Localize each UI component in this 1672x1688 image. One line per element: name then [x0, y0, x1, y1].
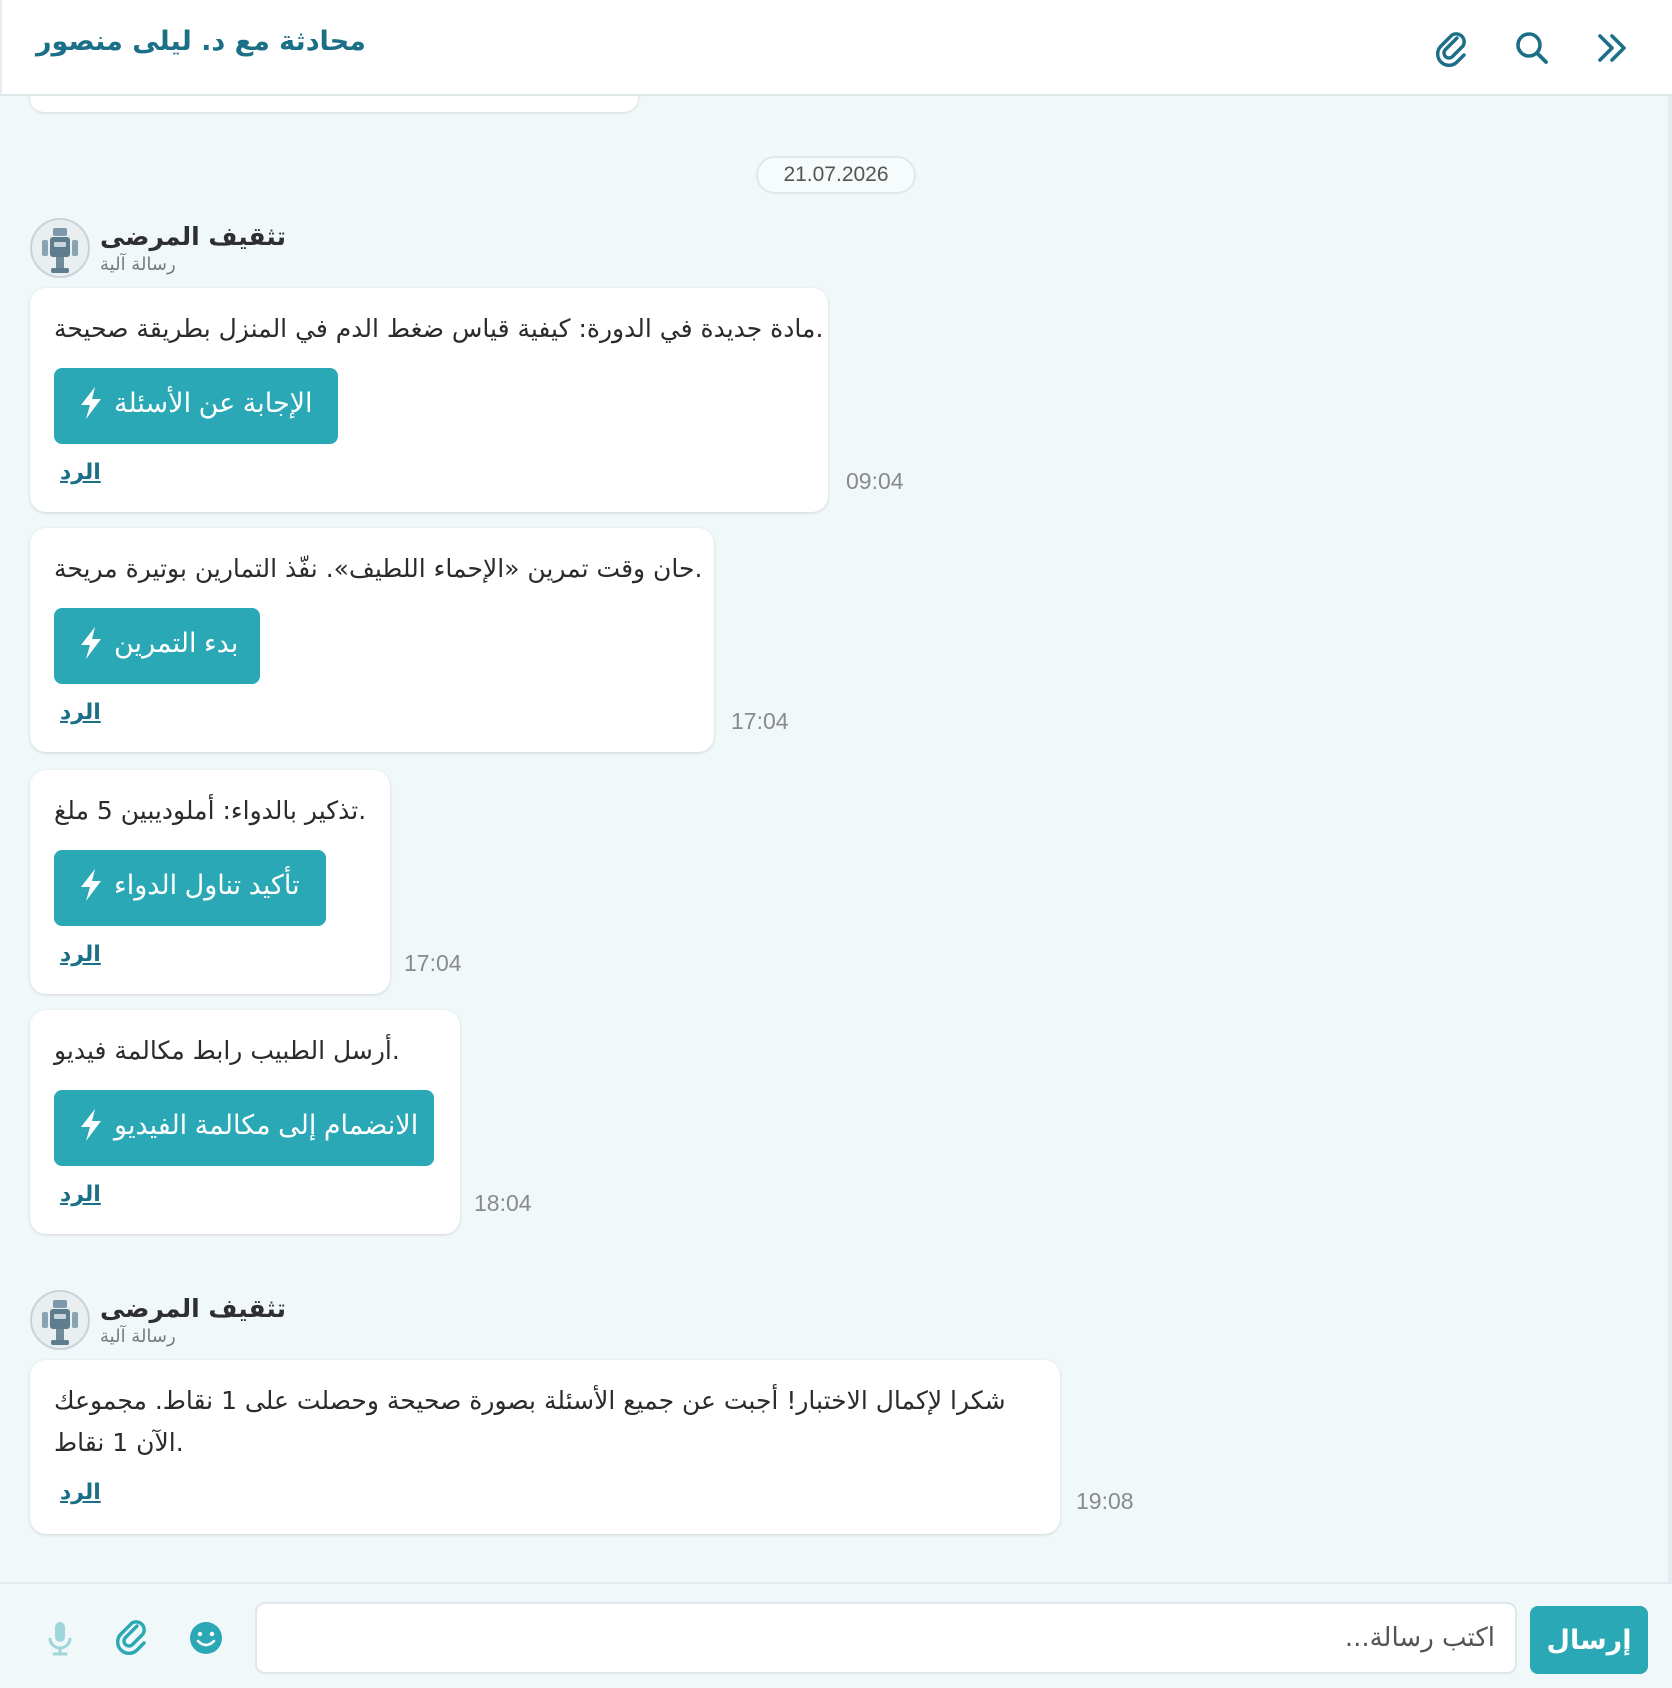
- scrollbar[interactable]: [1668, 96, 1672, 1582]
- join-video-call-button[interactable]: الانضمام إلى مكالمة الفيديو: [54, 1090, 434, 1166]
- previous-message-bubble: [30, 96, 638, 112]
- message-bubble: حان وقت تمرين «الإحماء اللطيف». نفّذ الت…: [30, 528, 714, 752]
- message-time: 17:04: [404, 950, 462, 976]
- double-chevron-right-icon[interactable]: [1590, 26, 1634, 70]
- reply-link[interactable]: الرد: [60, 1480, 101, 1505]
- lightning-icon: [81, 869, 101, 901]
- confirm-medication-button[interactable]: تأكيد تناول الدواء: [54, 850, 326, 926]
- message-text: أرسل الطبيب رابط مكالمة فيديو.: [54, 1036, 400, 1065]
- sender-name: تثقيف المرضى: [100, 222, 286, 251]
- sender-subtitle: رسالة آلية: [100, 1326, 176, 1347]
- chat-header: محادثة مع د. ليلى منصور: [0, 0, 1672, 96]
- robot-icon: [42, 228, 78, 273]
- microphone-icon[interactable]: [40, 1616, 80, 1660]
- avatar: [30, 1290, 90, 1350]
- message-time: 09:04: [846, 468, 904, 494]
- sender-name: تثقيف المرضى: [100, 1294, 286, 1323]
- reply-link[interactable]: الرد: [60, 700, 101, 725]
- chat-area[interactable]: 21.07.2026 تثقيف المرضى رسالة آلية مادة …: [0, 96, 1672, 1582]
- attachment-icon[interactable]: [112, 1616, 152, 1660]
- sender-subtitle: رسالة آلية: [100, 254, 176, 275]
- start-exercise-button[interactable]: بدء التمرين: [54, 608, 260, 684]
- reply-link[interactable]: الرد: [60, 1182, 101, 1207]
- button-label: بدء التمرين: [114, 627, 239, 658]
- robot-icon: [42, 1300, 78, 1345]
- message-text: حان وقت تمرين «الإحماء اللطيف». نفّذ الت…: [54, 554, 703, 583]
- lightning-icon: [81, 627, 101, 659]
- lightning-icon: [81, 387, 101, 419]
- message-time: 17:04: [731, 708, 789, 734]
- page-title: محادثة مع د. ليلى منصور: [36, 26, 366, 57]
- message-bubble: شكرا لإكمال الاختبار! أجبت عن جميع الأسئ…: [30, 1360, 1060, 1534]
- button-label: الإجابة عن الأسئلة: [114, 387, 313, 418]
- message-bubble: مادة جديدة في الدورة: كيفية قياس ضغط الد…: [30, 288, 828, 512]
- date-divider: 21.07.2026: [756, 156, 916, 194]
- button-label: تأكيد تناول الدواء: [114, 869, 300, 900]
- message-time: 19:08: [1076, 1488, 1134, 1514]
- reply-link[interactable]: الرد: [60, 460, 101, 485]
- avatar: [30, 218, 90, 278]
- message-input[interactable]: [255, 1602, 1517, 1674]
- message-text: مادة جديدة في الدورة: كيفية قياس ضغط الد…: [54, 314, 824, 343]
- message-composer: إرسال: [0, 1582, 1672, 1688]
- attachment-icon[interactable]: [1430, 26, 1474, 70]
- message-bubble: تذكير بالدواء: أملوديبين 5 ملغ. تأكيد تن…: [30, 770, 390, 994]
- button-label: الانضمام إلى مكالمة الفيديو: [114, 1109, 419, 1140]
- emoji-icon[interactable]: [186, 1616, 226, 1660]
- lightning-icon: [81, 1109, 101, 1141]
- send-button[interactable]: إرسال: [1530, 1606, 1648, 1674]
- message-text: شكرا لإكمال الاختبار! أجبت عن جميع الأسئ…: [54, 1386, 1006, 1457]
- reply-link[interactable]: الرد: [60, 942, 101, 967]
- message-text: تذكير بالدواء: أملوديبين 5 ملغ.: [54, 796, 367, 825]
- message-time: 18:04: [474, 1190, 532, 1216]
- answer-questions-button[interactable]: الإجابة عن الأسئلة: [54, 368, 338, 444]
- message-bubble: أرسل الطبيب رابط مكالمة فيديو. الانضمام …: [30, 1010, 460, 1234]
- search-icon[interactable]: [1510, 26, 1554, 70]
